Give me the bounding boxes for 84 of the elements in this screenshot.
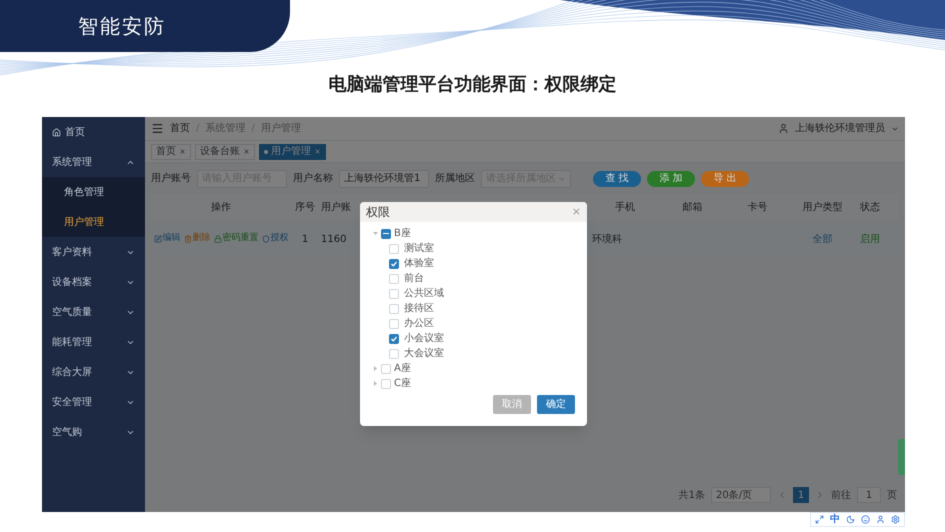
- tree-node-label[interactable]: A座: [394, 361, 411, 376]
- row-action-link[interactable]: 授权: [262, 232, 288, 246]
- user-icon[interactable]: [876, 515, 885, 524]
- tree-node-label[interactable]: 小会议室: [404, 331, 444, 346]
- action-button[interactable]: 导 出: [701, 170, 749, 186]
- section-title: 智能安防: [78, 13, 166, 40]
- column-header: 用户类型: [802, 200, 842, 215]
- tree-node-label[interactable]: B座: [394, 226, 411, 241]
- slide-heading: 电脑端管理平台功能界面：权限绑定: [328, 73, 616, 97]
- goto-unit: 页: [887, 488, 897, 502]
- goto-label: 前往: [831, 488, 851, 502]
- sidebar-item[interactable]: 安全管理: [42, 387, 145, 417]
- delete-icon: [184, 235, 192, 243]
- tree-node-label[interactable]: 大会议室: [404, 346, 444, 361]
- edit-icon: [154, 235, 162, 243]
- sidebar-item[interactable]: 空气质量: [42, 297, 145, 327]
- filter-label: 用户名称: [293, 172, 333, 186]
- column-header: 卡号: [748, 200, 768, 215]
- sidebar-subitem[interactable]: 角色管理: [42, 177, 145, 207]
- reset-icon: [214, 235, 222, 243]
- collapsed-caret-icon[interactable]: [372, 381, 378, 386]
- close-icon[interactable]: [243, 148, 250, 155]
- tree-node-label[interactable]: 办公区: [404, 316, 434, 331]
- expand-icon[interactable]: [815, 515, 824, 524]
- sidebar-item[interactable]: 空气购: [42, 417, 145, 447]
- page-size-select[interactable]: 20条/页: [711, 487, 771, 503]
- breadcrumb-separator: /: [196, 122, 200, 136]
- side-tab[interactable]: [898, 439, 905, 475]
- language-indicator[interactable]: 中: [830, 514, 840, 524]
- column-header: 用户账: [321, 200, 351, 215]
- tree-node-label[interactable]: 接待区: [404, 301, 434, 316]
- filter-label: 所属地区: [435, 172, 475, 186]
- home-icon: [52, 128, 61, 136]
- action-button[interactable]: 查 找: [593, 170, 641, 186]
- smile-icon[interactable]: [861, 515, 870, 524]
- breadcrumb-separator: /: [251, 122, 255, 136]
- action-button[interactable]: 添 加: [647, 170, 695, 186]
- page-tab[interactable]: 设备台账: [195, 144, 255, 160]
- column-header: 操作: [211, 201, 231, 215]
- column-header: 邮箱: [682, 200, 702, 215]
- tree-node-label[interactable]: 公共区域: [404, 286, 444, 301]
- expanded-caret-icon[interactable]: [372, 231, 378, 236]
- column-header: 状态: [860, 200, 880, 215]
- page-number[interactable]: 1: [793, 487, 809, 503]
- dialog-title: 权限: [366, 204, 391, 221]
- breadcrumb-link[interactable]: 首页: [170, 121, 190, 136]
- checkbox[interactable]: [381, 228, 391, 238]
- grant-icon: [262, 235, 270, 243]
- column-header: 手机: [615, 200, 635, 215]
- total-count: 共1条: [678, 488, 705, 502]
- goto-page-field[interactable]: 1: [857, 487, 881, 503]
- sidebar-item[interactable]: 客户资料: [42, 237, 145, 267]
- page-tab[interactable]: 用户管理: [259, 144, 326, 160]
- sidebar-item[interactable]: 能耗管理: [42, 327, 145, 357]
- input-field[interactable]: 上海轶伦环境管1: [339, 170, 429, 188]
- sidebar-subitem[interactable]: 用户管理: [42, 207, 145, 237]
- menu-icon[interactable]: [151, 122, 164, 135]
- row-action-link[interactable]: 编辑: [154, 232, 180, 246]
- table-cell-text: 环境科: [592, 232, 622, 246]
- close-icon[interactable]: [179, 148, 186, 155]
- collapsed-caret-icon[interactable]: [372, 366, 378, 371]
- moon-icon[interactable]: [846, 515, 855, 524]
- sidebar-item[interactable]: 首页: [42, 117, 145, 147]
- tree-node-label[interactable]: 体验室: [404, 256, 434, 271]
- filter-label: 用户账号: [151, 172, 191, 186]
- column-header: 序号: [295, 200, 315, 215]
- checkbox[interactable]: [389, 258, 399, 268]
- sidebar-item[interactable]: 系统管理: [42, 147, 145, 177]
- sidebar-item[interactable]: 设备档案: [42, 267, 145, 297]
- user-name[interactable]: 上海轶伦环境管理员: [795, 121, 885, 136]
- settings-icon[interactable]: [891, 515, 900, 524]
- sidebar-item[interactable]: 综合大屏: [42, 357, 145, 387]
- status-text: 启用: [860, 232, 880, 246]
- tree-node-label[interactable]: 测试室: [404, 241, 434, 256]
- table-cell-text: 1: [302, 232, 308, 246]
- tree-node-label[interactable]: 前台: [404, 271, 424, 286]
- close-button[interactable]: ×: [572, 204, 581, 220]
- table-cell-text: 全部: [812, 232, 832, 246]
- tree-node-label[interactable]: C座: [394, 376, 411, 391]
- table-cell-text: 1160: [321, 232, 346, 246]
- page-tab[interactable]: 首页: [151, 144, 191, 160]
- user-icon: [778, 123, 789, 134]
- checkbox[interactable]: [389, 334, 399, 344]
- confirm-button[interactable]: 确定: [537, 395, 575, 414]
